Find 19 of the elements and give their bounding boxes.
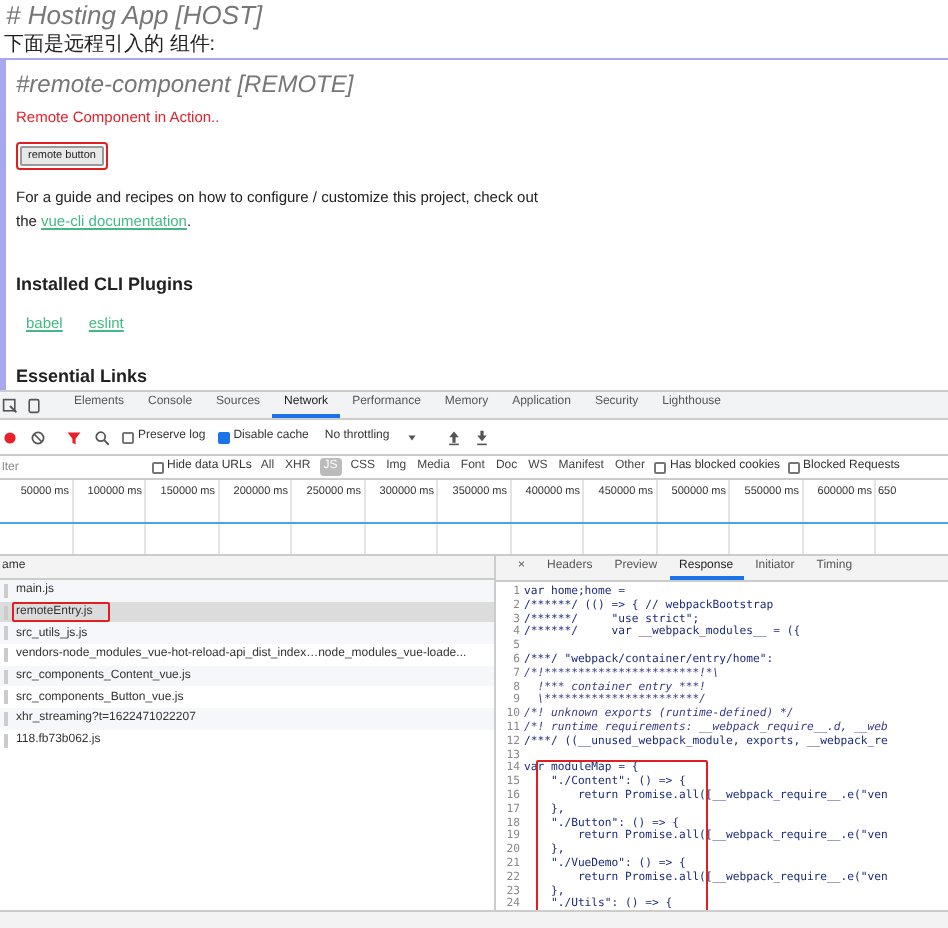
checkbox[interactable] xyxy=(787,461,800,473)
section-heading: Installed CLI Plugins xyxy=(16,272,196,296)
checkbox[interactable] xyxy=(217,431,230,443)
checkbox[interactable] xyxy=(151,461,163,473)
checkbox[interactable] xyxy=(122,431,134,443)
page-title: # Hosting App [HOST] xyxy=(4,0,265,32)
search-icon[interactable] xyxy=(94,429,110,445)
caret-icon[interactable] xyxy=(405,431,418,443)
checkbox[interactable] xyxy=(653,461,666,473)
section-heading: Essential Links xyxy=(16,366,150,389)
download-icon[interactable] xyxy=(473,429,490,445)
clear-icon[interactable] xyxy=(30,429,46,445)
component-heading: #remote-component [REMOTE] xyxy=(16,70,356,100)
subtitle-text: 下面是远程引入的 组件: xyxy=(2,32,218,58)
inspect-icon[interactable] xyxy=(2,397,18,413)
device-icon[interactable] xyxy=(26,397,42,413)
upload-icon[interactable] xyxy=(445,429,462,445)
record-icon[interactable] xyxy=(2,429,18,445)
filter-icon[interactable] xyxy=(66,429,82,445)
